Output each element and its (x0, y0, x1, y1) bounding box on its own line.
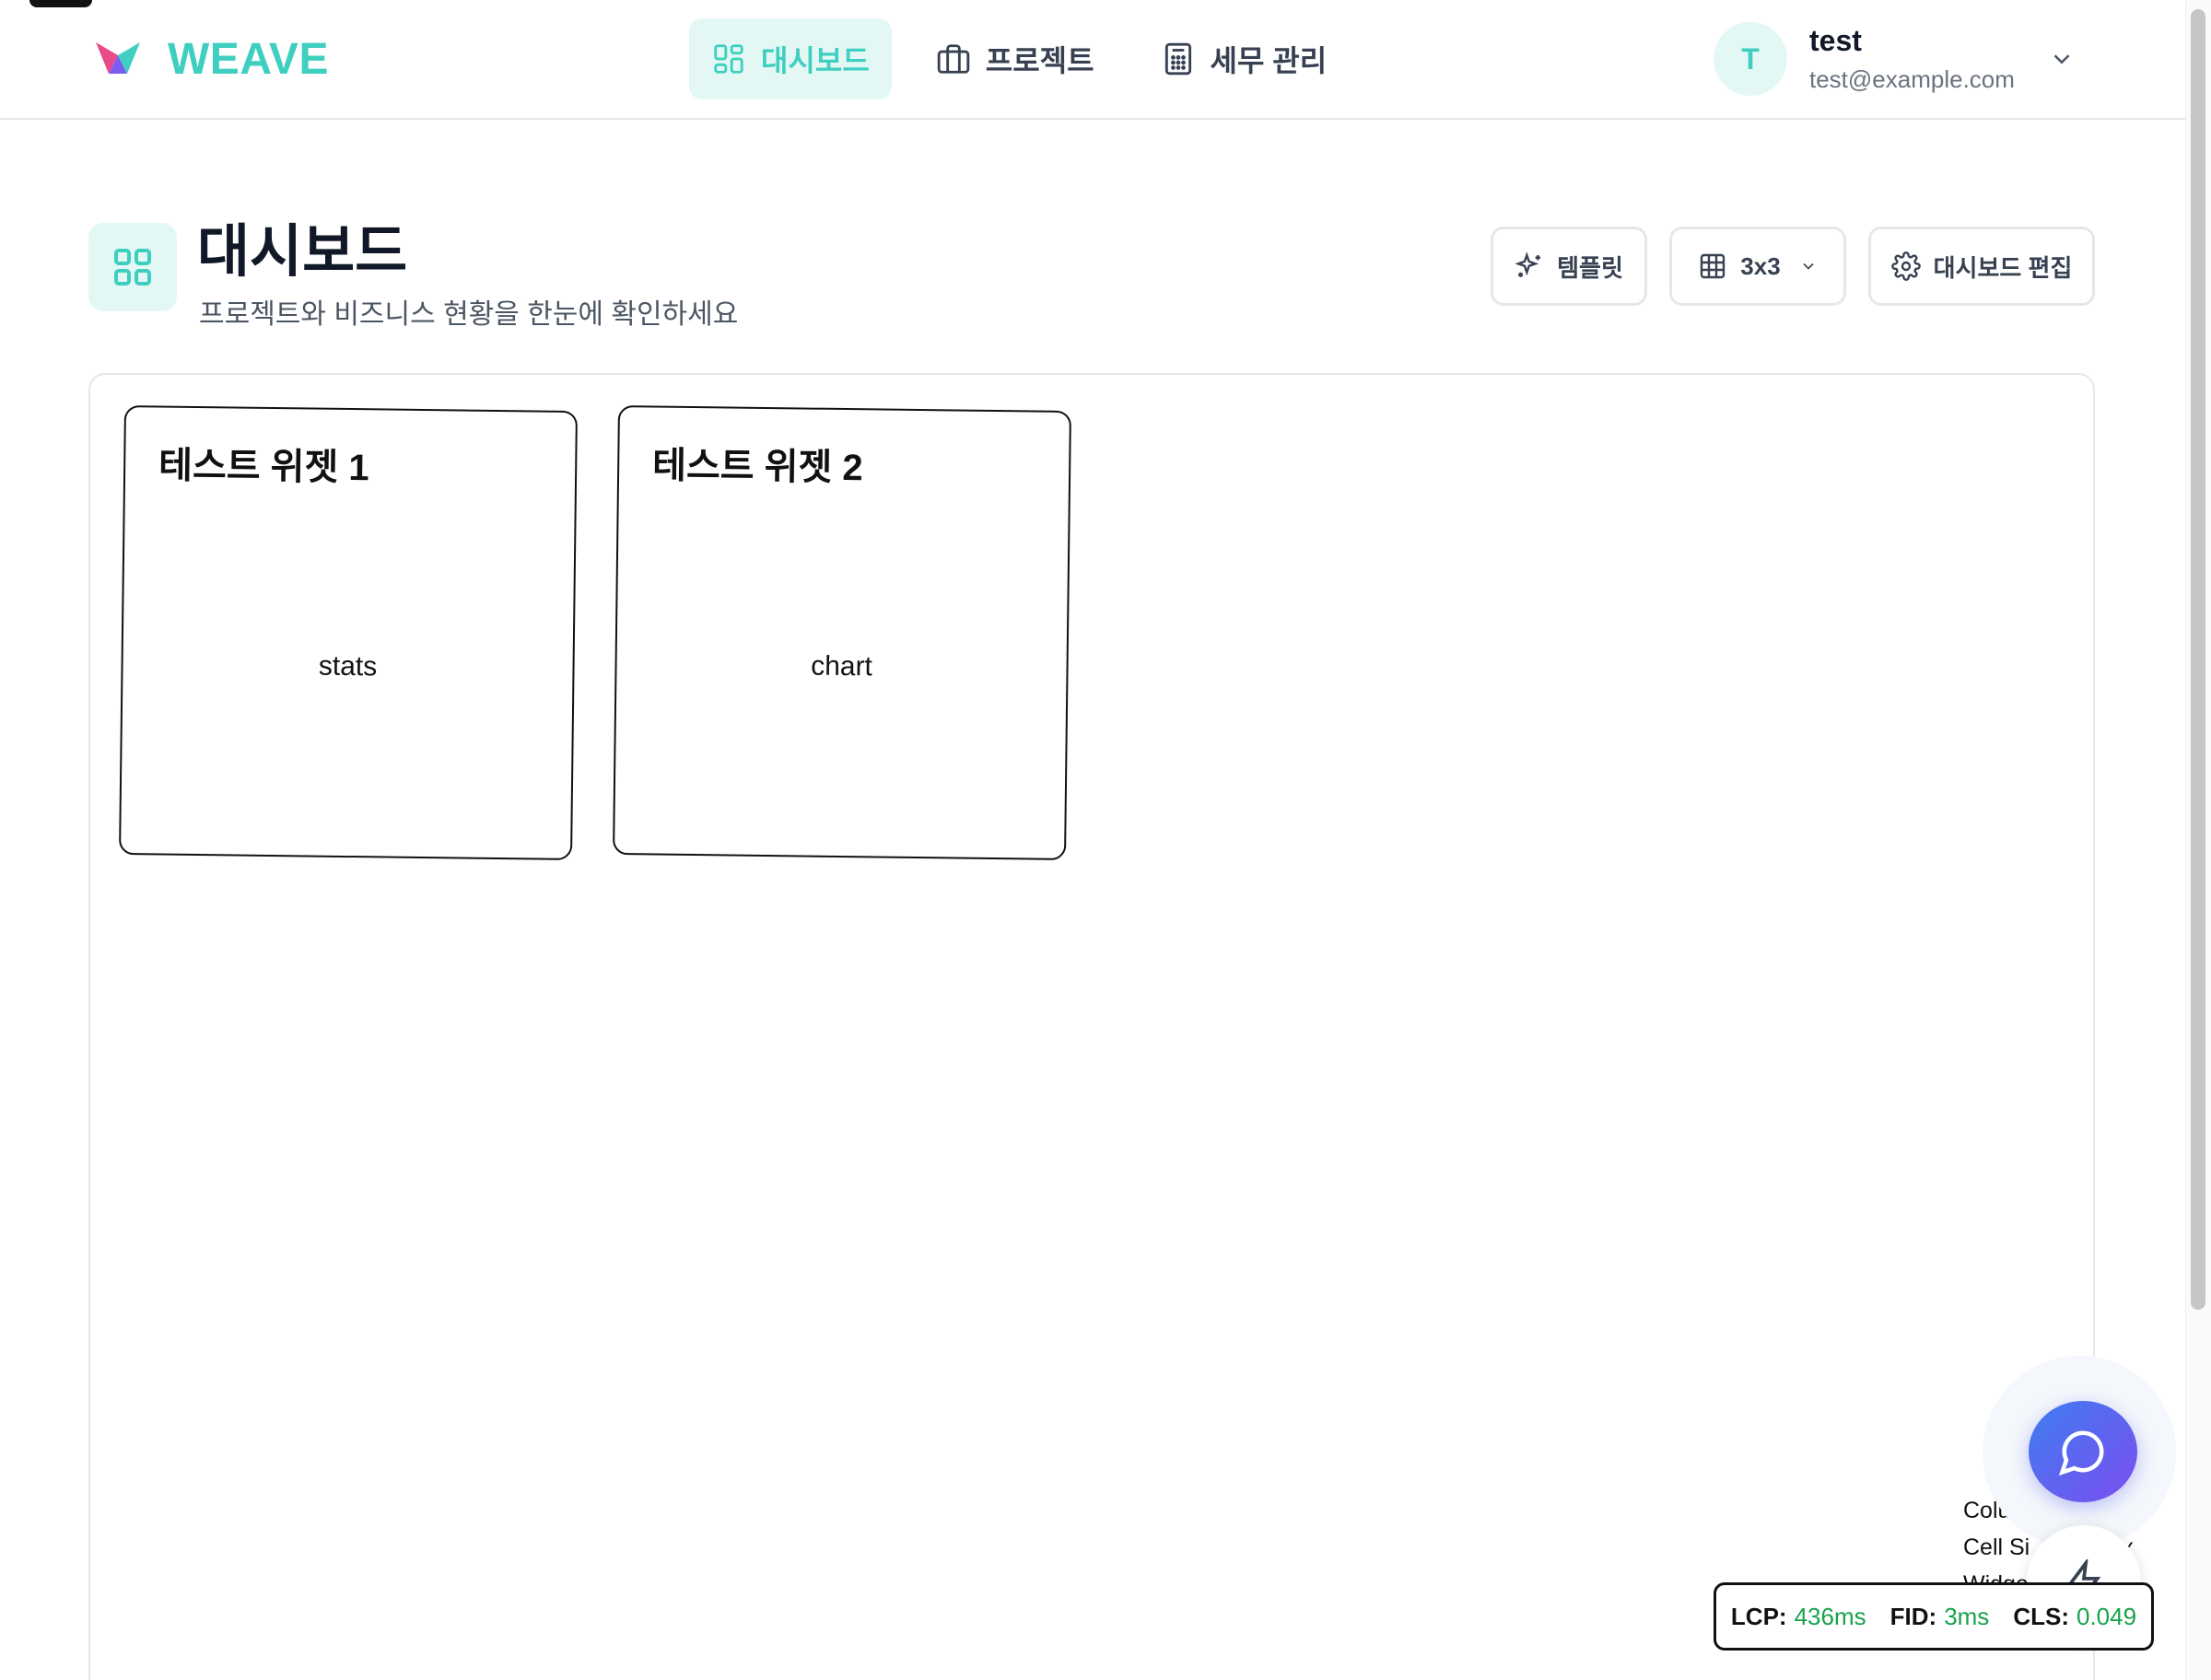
nav-item-label: 프로젝트 (985, 44, 1094, 77)
lcp-metric: LCP: 436ms (1730, 1602, 1866, 1630)
user-menu[interactable]: T test test@example.com (1714, 22, 2076, 96)
gear-icon (1890, 251, 1921, 281)
nav-item-projects[interactable]: 프로젝트 (914, 18, 1117, 99)
grid-size-label: 3x3 (1740, 251, 1781, 280)
nav-item-tax[interactable]: 세무 관리 (1139, 18, 1350, 99)
message-circle-icon (2058, 1430, 2104, 1476)
grid-icon (114, 249, 151, 286)
widget-title: 테스트 위젯 2 (651, 445, 863, 489)
app-name: WEAVE (168, 34, 329, 84)
chevron-down-icon[interactable] (2048, 45, 2076, 73)
chevron-down-icon (1803, 262, 1814, 270)
web-vitals-panel: LCP: 436ms FID: 3ms CLS: 0.049 (1714, 1582, 2154, 1651)
user-name: test (1809, 24, 1862, 57)
nav-item-dashboard[interactable]: 대시보드 (689, 18, 892, 99)
widget-type: stats (318, 650, 378, 682)
template-button[interactable]: 템플릿 (1491, 227, 1647, 306)
widget-card[interactable]: 테스트 위젯 2 chart (613, 405, 1071, 860)
fid-metric: FID: 3ms (1889, 1602, 1990, 1630)
page-title: 대시보드 (197, 220, 408, 284)
widget-type: chart (810, 650, 873, 682)
widget-title: 테스트 위젯 1 (158, 445, 369, 489)
main-nav: 대시보드 프로젝트 세무 관리 (689, 18, 1349, 99)
edit-dashboard-button[interactable]: 대시보드 편집 (1868, 227, 2095, 306)
page-subtitle: 프로젝트와 비즈니스 현황을 한눈에 확인하세요 (199, 299, 739, 330)
briefcase-icon (937, 44, 970, 74)
nav-item-label: 대시보드 (761, 44, 870, 77)
top-navigation-bar: WEAVE 대시보드 프로젝트 세무 관리 T test test@exampl… (0, 0, 2185, 120)
sparkles-icon (1515, 251, 1541, 277)
widget-card[interactable]: 테스트 위젯 1 stats (119, 405, 578, 860)
edit-dashboard-label: 대시보드 편집 (1933, 253, 2073, 282)
page-icon (88, 223, 177, 311)
avatar: T (1714, 22, 1787, 96)
app-logo[interactable]: WEAVE (92, 33, 329, 85)
cls-metric: CLS: 0.049 (2013, 1602, 2137, 1630)
table-grid-icon (1701, 253, 1726, 279)
weave-logo-icon (96, 42, 140, 74)
grid-size-select[interactable]: 3x3 (1669, 227, 1846, 306)
template-label: 템플릿 (1557, 253, 1623, 282)
user-info: test test@example.com (1809, 24, 2015, 94)
scrollbar-thumb[interactable] (2191, 9, 2205, 1310)
layout-grid-icon (714, 44, 743, 74)
nav-item-label: 세무 관리 (1210, 44, 1328, 77)
calculator-icon (1164, 42, 1191, 76)
user-email: test@example.com (1809, 65, 2015, 93)
window-pill (29, 0, 92, 7)
chat-button[interactable] (2029, 1401, 2137, 1502)
